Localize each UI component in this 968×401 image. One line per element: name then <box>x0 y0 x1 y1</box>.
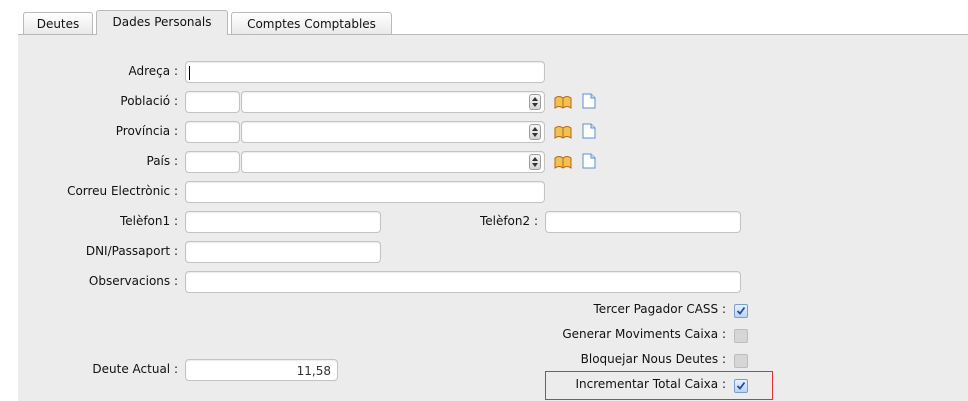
check-icon <box>736 306 746 315</box>
option-incrementar-total-label: Incrementar Total Caixa : <box>575 377 727 391</box>
book-lookup-icon[interactable] <box>554 155 572 169</box>
address-input[interactable] <box>185 61 545 83</box>
incrementar-total-checkbox[interactable] <box>734 379 748 393</box>
generar-moviments-checkbox[interactable] <box>734 329 748 343</box>
tab-comptes-comptables[interactable]: Comptes Comptables <box>231 12 392 34</box>
province-code-input[interactable] <box>185 121 240 143</box>
check-icon <box>736 381 746 390</box>
phone2-label: Telèfon2 : <box>479 214 538 228</box>
city-label: Població : <box>120 94 178 108</box>
address-label: Adreça : <box>128 64 178 78</box>
notes-input[interactable] <box>185 271 741 293</box>
province-name-input[interactable] <box>241 121 545 143</box>
book-lookup-icon[interactable] <box>554 95 572 109</box>
tab-bar: Deutes Dades Personals Comptes Comptable… <box>0 0 968 35</box>
notes-label: Observacions : <box>88 274 178 288</box>
bloquejar-deutes-checkbox[interactable] <box>734 354 748 368</box>
city-code-input[interactable] <box>185 91 240 113</box>
current-debt-label: Deute Actual : <box>92 362 178 376</box>
option-tercer-pagador-label: Tercer Pagador CASS : <box>593 302 726 316</box>
country-spinner[interactable] <box>529 154 541 170</box>
new-document-icon[interactable] <box>582 93 596 109</box>
current-debt-input[interactable]: 11,58 <box>185 359 338 381</box>
book-lookup-icon[interactable] <box>554 125 572 139</box>
new-document-icon[interactable] <box>582 123 596 139</box>
option-generar-moviments-label: Generar Moviments Caixa : <box>562 327 726 341</box>
country-label: País : <box>146 154 179 168</box>
province-spinner[interactable] <box>529 124 541 140</box>
tercer-pagador-checkbox[interactable] <box>734 304 748 318</box>
email-label: Correu Electrònic : <box>67 184 178 198</box>
country-code-input[interactable] <box>185 151 240 173</box>
city-name-input[interactable] <box>241 91 545 113</box>
phone1-input[interactable] <box>185 211 381 233</box>
new-document-icon[interactable] <box>582 153 596 169</box>
option-bloquejar-deutes-label: Bloquejar Nous Deutes : <box>580 352 726 366</box>
province-label: Província : <box>115 124 178 138</box>
id-input[interactable] <box>185 241 381 263</box>
phone2-input[interactable] <box>545 211 741 233</box>
country-name-input[interactable] <box>241 151 545 173</box>
email-input[interactable] <box>185 181 545 203</box>
text-cursor <box>189 66 190 80</box>
current-debt-value: 11,58 <box>296 364 331 378</box>
phone1-label: Telèfon1 : <box>119 214 178 228</box>
tab-deutes[interactable]: Deutes <box>23 12 93 34</box>
id-label: DNI/Passaport : <box>85 244 178 258</box>
tab-dades-personals[interactable]: Dades Personals <box>96 10 228 35</box>
city-spinner[interactable] <box>529 94 541 110</box>
